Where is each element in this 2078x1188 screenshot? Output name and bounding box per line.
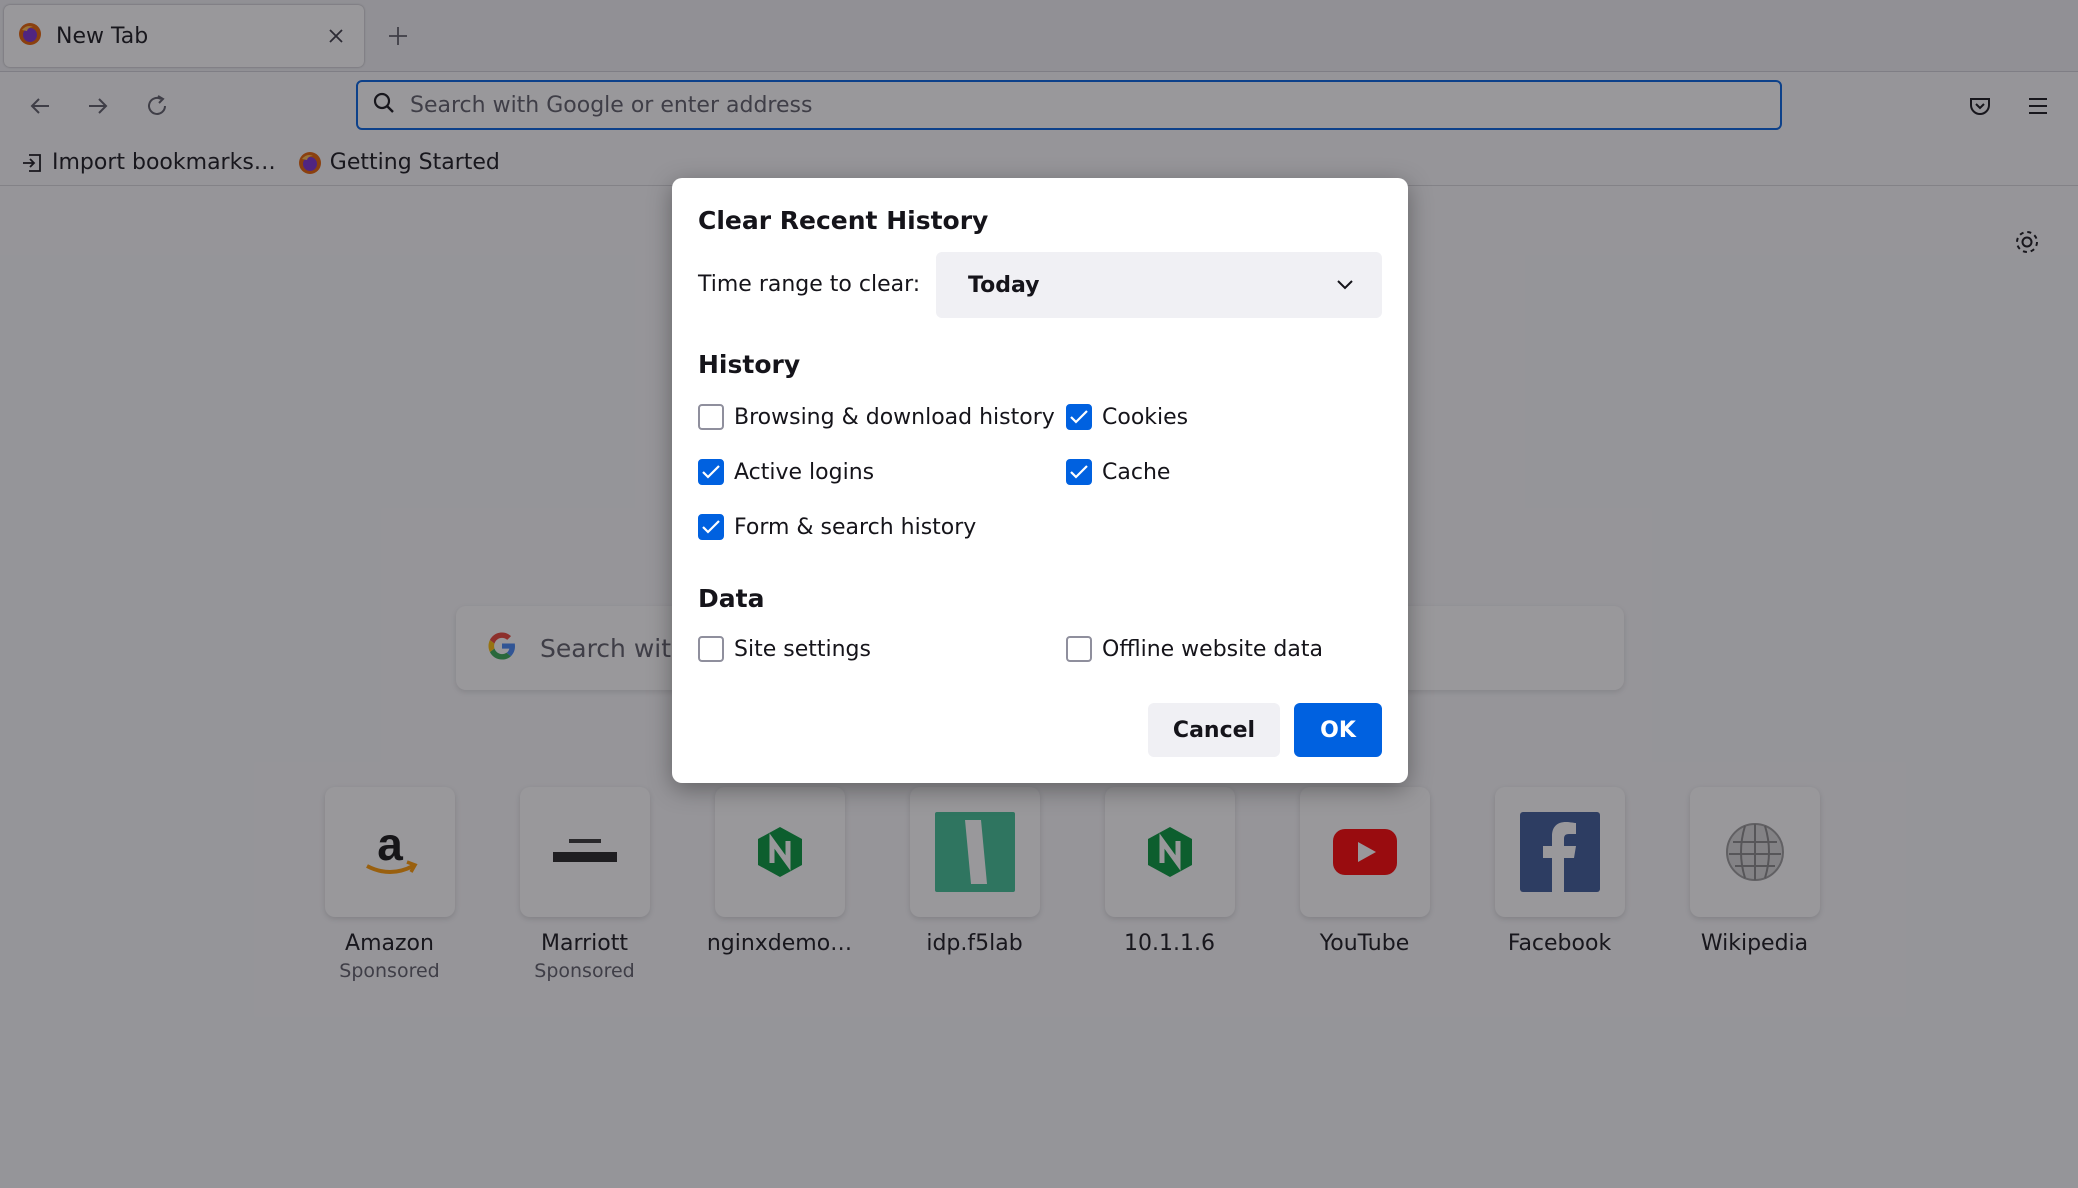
checkbox-cache[interactable]: Cache xyxy=(1066,459,1170,485)
checkmark-icon[interactable] xyxy=(1066,404,1092,430)
checkbox-label: Site settings xyxy=(734,636,871,662)
checkbox-label: Offline website data xyxy=(1102,636,1323,662)
cancel-button[interactable]: Cancel xyxy=(1148,703,1280,757)
history-heading: History xyxy=(698,350,801,379)
dialog-title: Clear Recent History xyxy=(698,206,989,235)
checkbox-label: Browsing & download history xyxy=(734,404,1055,430)
checkbox-label: Cookies xyxy=(1102,404,1189,430)
data-heading: Data xyxy=(698,584,765,613)
checkbox-label: Cache xyxy=(1102,459,1171,485)
ok-button[interactable]: OK xyxy=(1294,703,1382,757)
checkbox-unchecked[interactable] xyxy=(698,636,724,662)
checkmark-icon[interactable] xyxy=(698,459,724,485)
chevron-down-icon xyxy=(1336,276,1354,295)
time-range-value: Today xyxy=(968,272,1040,298)
checkbox-offline-website-data[interactable]: Offline website data xyxy=(1066,636,1323,662)
checkmark-icon[interactable] xyxy=(698,514,724,540)
checkbox-label: Active logins xyxy=(734,459,875,485)
checkbox-label: Form & search history xyxy=(734,514,977,540)
checkbox-browsing-history[interactable]: Browsing & download history xyxy=(698,404,1055,430)
checkbox-unchecked[interactable] xyxy=(1066,636,1092,662)
time-range-select[interactable]: Today xyxy=(936,252,1382,318)
checkmark-icon[interactable] xyxy=(1066,459,1092,485)
checkbox-cookies[interactable]: Cookies xyxy=(1066,404,1188,430)
checkbox-site-settings[interactable]: Site settings xyxy=(698,636,871,662)
time-range-label: Time range to clear: xyxy=(698,272,921,297)
clear-history-dialog: Clear Recent History Time range to clear… xyxy=(672,178,1408,783)
checkbox-active-logins[interactable]: Active logins xyxy=(698,459,874,485)
checkbox-unchecked[interactable] xyxy=(698,404,724,430)
checkbox-form-search-history[interactable]: Form & search history xyxy=(698,514,976,540)
